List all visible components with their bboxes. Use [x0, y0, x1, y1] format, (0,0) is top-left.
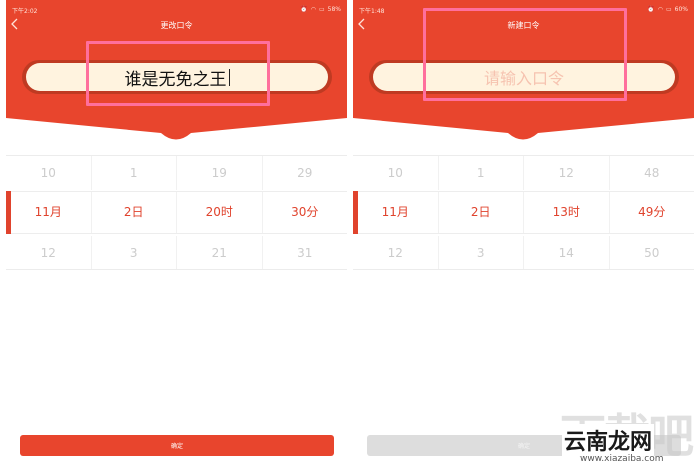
picker-cell-day[interactable]: 1 [92, 156, 177, 190]
screenshot-stage: 下午2:02 ⏰ ◠ ▭ 58% 更改口令 谁是无免之王 10 1 19 29 … [0, 0, 700, 466]
picker-cell-hour[interactable]: 19 [177, 156, 263, 190]
watermark-brand: 云南龙网 [562, 424, 655, 456]
picker-selected-month[interactable]: 11月 [353, 192, 439, 233]
password-input-value: 谁是无免之王 [124, 69, 227, 90]
picker-cell-minute[interactable]: 48 [610, 156, 695, 190]
picker-cell-hour[interactable]: 14 [524, 236, 610, 269]
picker-cell-month[interactable]: 10 [353, 156, 439, 190]
wifi-icon: ◠ [657, 6, 663, 13]
picker-selected-minute[interactable]: 30分 [263, 192, 348, 233]
selection-indicator [6, 191, 11, 234]
battery-icon: ▭ [318, 6, 325, 13]
picker-cell-month[interactable]: 12 [6, 236, 92, 269]
picker-row-selected: 11月 2日 13时 49分 [353, 191, 694, 234]
picker-cell-day[interactable]: 3 [439, 236, 524, 269]
watermark-url: www.xiazaiba.com [580, 454, 664, 464]
page-title: 新建口令 [507, 21, 540, 30]
password-input[interactable]: 谁是无免之王 [26, 63, 328, 91]
page-title: 更改口令 [160, 21, 193, 30]
picker-row-next: 12 3 14 50 [353, 236, 694, 270]
picker-cell-month[interactable]: 12 [353, 236, 439, 269]
picker-cell-day[interactable]: 1 [439, 156, 524, 190]
date-time-picker[interactable]: 10 1 12 48 11月 2日 13时 49分 12 3 14 50 [353, 155, 694, 270]
picker-selected-day[interactable]: 2日 [439, 192, 524, 233]
picker-selected-month[interactable]: 11月 [6, 192, 92, 233]
wifi-icon: ◠ [310, 6, 316, 13]
picker-row-next: 12 3 21 31 [6, 236, 347, 270]
date-time-picker[interactable]: 10 1 19 29 11月 2日 20时 30分 12 3 21 31 [6, 155, 347, 270]
password-input[interactable]: 请输入口令 [373, 63, 675, 91]
picker-cell-hour[interactable]: 12 [524, 156, 610, 190]
status-icons: ⏰ ◠ ▭ 60% [647, 6, 688, 13]
battery-percent: 60% [674, 6, 688, 13]
picker-cell-minute[interactable]: 50 [610, 236, 695, 269]
confirm-button[interactable]: 确定 [20, 435, 334, 456]
picker-cell-minute[interactable]: 31 [263, 236, 348, 269]
picker-selected-minute[interactable]: 49分 [610, 192, 695, 233]
status-icons: ⏰ ◠ ▭ 58% [300, 6, 341, 13]
text-cursor [228, 68, 230, 86]
phone-edit-password: 下午2:02 ⏰ ◠ ▭ 58% 更改口令 谁是无免之王 10 1 19 29 … [6, 0, 347, 466]
password-input-placeholder: 请输入口令 [483, 69, 564, 88]
picker-selected-day[interactable]: 2日 [92, 192, 177, 233]
picker-row-previous: 10 1 12 48 [353, 156, 694, 190]
status-time: 下午2:02 [12, 8, 38, 15]
status-time: 下午1:48 [359, 8, 385, 15]
picker-row-selected: 11月 2日 20时 30分 [6, 191, 347, 234]
picker-cell-minute[interactable]: 29 [263, 156, 348, 190]
status-bar: 下午2:02 ⏰ ◠ ▭ 58% [6, 0, 347, 18]
picker-selected-hour[interactable]: 20时 [177, 192, 263, 233]
status-bar: 下午1:48 ⏰ ◠ ▭ 60% [353, 0, 694, 18]
alarm-icon: ⏰ [647, 6, 655, 13]
picker-selected-hour[interactable]: 13时 [524, 192, 610, 233]
watermark: 下载吧 云南龙网 www.xiazaiba.com [560, 400, 700, 466]
selection-indicator [353, 191, 358, 234]
picker-cell-hour[interactable]: 21 [177, 236, 263, 269]
alarm-icon: ⏰ [300, 6, 308, 13]
header: 下午2:02 ⏰ ◠ ▭ 58% 更改口令 谁是无免之王 [6, 0, 347, 145]
picker-cell-month[interactable]: 10 [6, 156, 92, 190]
header: 下午1:48 ⏰ ◠ ▭ 60% 新建口令 请输入口令 [353, 0, 694, 145]
picker-row-previous: 10 1 19 29 [6, 156, 347, 190]
battery-percent: 58% [327, 6, 341, 13]
phone-new-password: 下午1:48 ⏰ ◠ ▭ 60% 新建口令 请输入口令 10 1 12 48 1… [353, 0, 694, 466]
battery-icon: ▭ [665, 6, 672, 13]
picker-cell-day[interactable]: 3 [92, 236, 177, 269]
